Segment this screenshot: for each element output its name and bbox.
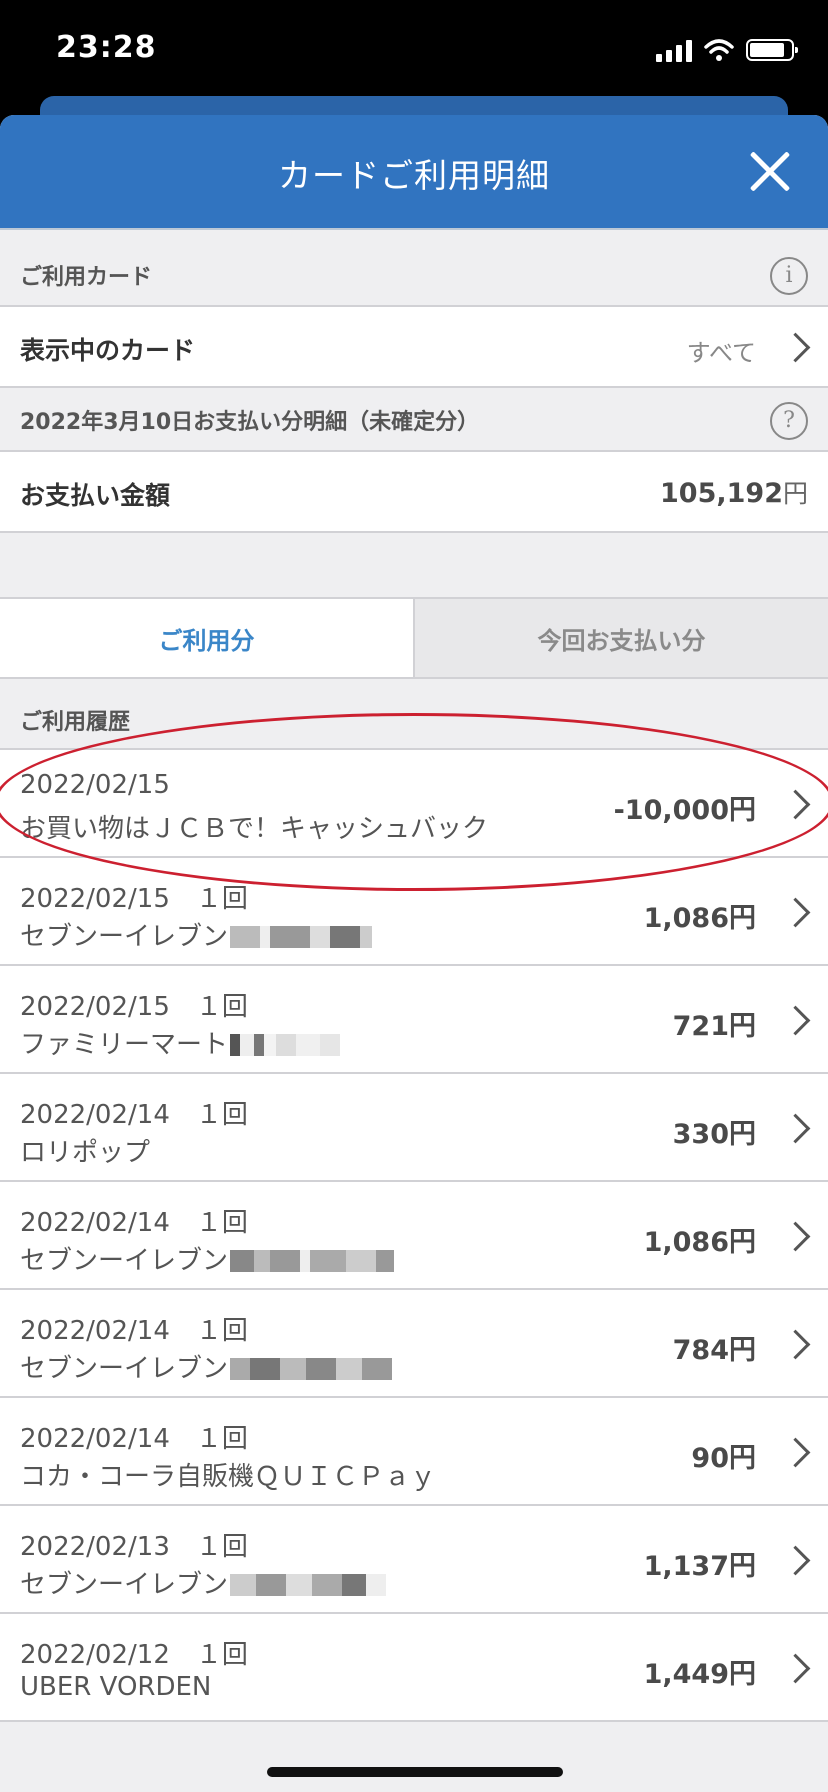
table-row[interactable]: 2022/02/14 １回 セブンーイレブン 1,086円 — [0, 1182, 828, 1290]
close-icon[interactable] — [748, 149, 792, 193]
home-indicator[interactable] — [267, 1767, 563, 1777]
table-row[interactable]: 2022/02/15 お買い物はＪＣＢで！キャッシュバック -10,000円 — [0, 750, 828, 858]
tx-amount: 330円 — [672, 1119, 756, 1150]
payment-amount-unit: 円 — [782, 479, 808, 508]
tx-amount: 784円 — [672, 1335, 756, 1366]
chevron-right-icon — [780, 1221, 811, 1252]
tx-merchant-container: ファミリーマート — [20, 1024, 341, 1061]
redacted-text — [230, 925, 373, 948]
help-icon[interactable]: ? — [770, 402, 808, 440]
payment-amount-label: お支払い金額 — [20, 481, 171, 510]
chevron-right-icon — [780, 897, 811, 928]
statement-sheet: カードご利用明細 ご利用カード i 表示中のカード すべて 2022年3月10日… — [0, 115, 828, 1792]
table-row[interactable]: 2022/02/14 １回 コカ・コーラ自販機ＱＵＩＣＰａｙ 90円 — [0, 1398, 828, 1506]
redacted-text — [230, 1573, 387, 1596]
nav-header: カードご利用明細 — [0, 115, 828, 230]
tab-usage[interactable]: ご利用分 — [0, 599, 413, 677]
card-section-header: ご利用カード i — [0, 230, 828, 307]
history-section-header: ご利用履歴 — [0, 679, 828, 750]
tx-date: 2022/02/12 １回 — [20, 1640, 248, 1670]
battery-icon — [746, 39, 798, 61]
chevron-right-icon — [780, 1437, 811, 1468]
tx-merchant-container: セブンーイレブン — [20, 916, 373, 953]
tab-current-payment[interactable]: 今回お支払い分 — [413, 599, 828, 677]
table-row[interactable]: 2022/02/12 １回 UBER VORDEN 1,449円 — [0, 1614, 828, 1722]
table-row[interactable]: 2022/02/15 １回 セブンーイレブン 1,086円 — [0, 858, 828, 966]
tx-merchant: セブンーイレブン — [20, 1246, 229, 1276]
tx-merchant: ロリポップ — [20, 1138, 151, 1168]
chevron-right-icon — [780, 1005, 811, 1036]
payment-section-header: 2022年3月10日お支払い分明細（未確定分） ? — [0, 388, 828, 452]
payment-amount-row: お支払い金額 105,192円 — [0, 452, 828, 533]
tx-date: 2022/02/15 — [20, 770, 170, 800]
tx-merchant-container: セブンーイレブン — [20, 1564, 387, 1601]
tx-date: 2022/02/14 １回 — [20, 1100, 248, 1130]
tx-merchant: セブンーイレブン — [20, 1354, 229, 1384]
redacted-text — [230, 1033, 341, 1056]
tx-amount: 721円 — [672, 1011, 756, 1042]
table-row[interactable]: 2022/02/14 １回 セブンーイレブン 784円 — [0, 1290, 828, 1398]
tx-date: 2022/02/14 １回 — [20, 1208, 248, 1238]
payment-amount-value: 105,192円 — [660, 474, 808, 510]
tx-merchant: UBER VORDEN — [20, 1672, 212, 1702]
tx-amount: 90円 — [691, 1443, 756, 1474]
card-section-label: ご利用カード — [20, 265, 153, 290]
wifi-icon — [704, 39, 734, 61]
usage-history-list: 2022/02/15 お買い物はＪＣＢで！キャッシュバック -10,000円 2… — [0, 750, 828, 1722]
tx-merchant: セブンーイレブン — [20, 1570, 229, 1600]
payment-amount-number: 105,192 — [660, 478, 783, 509]
selected-card-value: すべて — [686, 339, 756, 367]
tx-amount: 1,086円 — [643, 903, 756, 934]
history-section-label: ご利用履歴 — [20, 710, 131, 735]
chevron-right-icon — [780, 789, 811, 820]
cellular-signal-icon — [656, 38, 692, 62]
redacted-text — [230, 1249, 395, 1272]
table-row[interactable]: 2022/02/15 １回 ファミリーマート 721円 — [0, 966, 828, 1074]
tx-merchant-container: セブンーイレブン — [20, 1348, 393, 1385]
status-icons — [656, 38, 798, 62]
chevron-right-icon — [780, 1653, 811, 1684]
chevron-right-icon — [780, 1113, 811, 1144]
tx-merchant-container: セブンーイレブン — [20, 1240, 395, 1277]
tx-date: 2022/02/14 １回 — [20, 1424, 248, 1454]
tx-date: 2022/02/14 １回 — [20, 1316, 248, 1346]
table-row[interactable]: 2022/02/13 １回 セブンーイレブン 1,137円 — [0, 1506, 828, 1614]
tx-date: 2022/02/15 １回 — [20, 992, 248, 1022]
tx-amount: 1,137円 — [643, 1551, 756, 1582]
selected-card-row[interactable]: 表示中のカード すべて — [0, 307, 828, 388]
table-row[interactable]: 2022/02/14 １回 ロリポップ 330円 — [0, 1074, 828, 1182]
tab-bar: ご利用分 今回お支払い分 — [0, 597, 828, 679]
redacted-text — [230, 1357, 393, 1380]
info-icon[interactable]: i — [770, 257, 808, 295]
tx-amount: 1,449円 — [643, 1659, 756, 1690]
tx-merchant: セブンーイレブン — [20, 922, 229, 952]
tx-amount: -10,000円 — [613, 795, 756, 826]
tx-merchant: コカ・コーラ自販機ＱＵＩＣＰａｙ — [20, 1462, 437, 1492]
selected-card-label: 表示中のカード — [20, 336, 196, 365]
chevron-right-icon — [780, 1545, 811, 1576]
tx-amount: 1,086円 — [643, 1227, 756, 1258]
chevron-right-icon — [780, 1329, 811, 1360]
page-title: カードご利用明細 — [278, 156, 550, 195]
payment-section-label: 2022年3月10日お支払い分明細（未確定分） — [20, 410, 480, 435]
tx-merchant: お買い物はＪＣＢで！キャッシュバック — [20, 814, 489, 844]
tx-date: 2022/02/15 １回 — [20, 884, 248, 914]
status-bar: 23:28 — [0, 0, 828, 110]
tx-date: 2022/02/13 １回 — [20, 1532, 248, 1562]
tx-merchant: ファミリーマート — [20, 1030, 229, 1060]
status-time: 23:28 — [56, 30, 157, 65]
chevron-right-icon — [780, 332, 811, 363]
